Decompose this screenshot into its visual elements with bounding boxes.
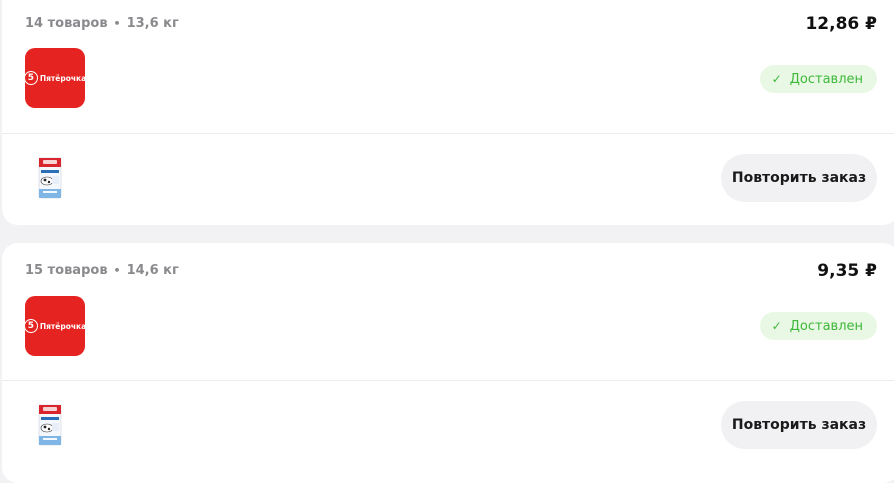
order-card[interactable]: 14 товаров • 13,6 кг 12,86 ₽ 5 Пятёрочка… [2,0,894,225]
order-meta: 14 товаров • 13,6 кг [25,16,179,31]
store-logo: 5 Пятёрочка [23,48,87,108]
divider [2,380,894,381]
store-brand: Пятёрочка [39,321,87,331]
repeat-order-button[interactable]: Повторить заказ [721,154,877,202]
order-card[interactable]: 15 товаров • 14,6 кг 9,35 ₽ 5 Пятёрочка … [2,243,894,483]
product-thumbnail [38,404,62,446]
check-icon: ✓ [771,319,782,333]
order-total: 12,86 ₽ [805,14,877,34]
five-icon: 5 [23,319,38,333]
divider [2,133,894,134]
status-label: Доставлен [789,71,863,87]
store-logo: 5 Пятёрочка [23,296,87,356]
order-weight: 13,6 кг [126,16,179,31]
order-weight: 14,6 кг [126,263,179,278]
items-count: 15 товаров [25,263,108,278]
order-total: 9,35 ₽ [817,261,877,281]
separator-dot: • [113,17,121,30]
store-brand: Пятёрочка [39,73,87,83]
items-count: 14 товаров [25,16,108,31]
repeat-order-button[interactable]: Повторить заказ [721,401,877,449]
status-label: Доставлен [789,318,863,334]
separator-dot: • [113,264,121,277]
five-icon: 5 [23,71,38,85]
status-badge: ✓ Доставлен [759,312,877,340]
status-badge: ✓ Доставлен [759,65,877,93]
product-thumbnail [38,157,62,199]
check-icon: ✓ [771,72,782,86]
order-meta: 15 товаров • 14,6 кг [25,263,179,278]
